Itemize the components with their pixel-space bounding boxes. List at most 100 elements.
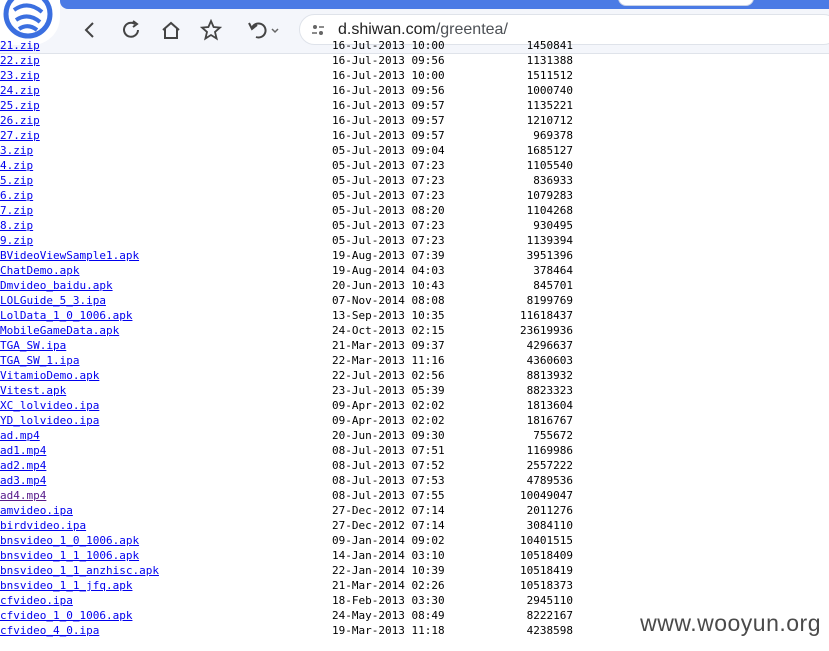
file-size: 836933: [533, 174, 573, 187]
file-row: cfvideo.ipa 18-Feb-2013 03:30 2945110: [0, 594, 829, 609]
file-date: 16-Jul-2013 09:56: [332, 54, 445, 67]
file-date: 05-Jul-2013 07:23: [332, 174, 445, 187]
file-row: 27.zip 16-Jul-2013 09:57 969378: [0, 129, 829, 144]
file-link[interactable]: 7.zip: [0, 204, 33, 217]
file-link[interactable]: MobileGameData.apk: [0, 324, 119, 337]
file-size: 10518373: [520, 579, 573, 592]
file-link[interactable]: bnsvideo_1_1_jfq.apk: [0, 579, 132, 592]
file-row: LolData_1_0_1006.apk 13-Sep-2013 10:35 116…: [0, 309, 829, 324]
file-link[interactable]: 3.zip: [0, 144, 33, 157]
file-link[interactable]: ad2.mp4: [0, 459, 46, 472]
file-link[interactable]: 24.zip: [0, 84, 40, 97]
file-link[interactable]: 5.zip: [0, 174, 33, 187]
file-date: 24-Oct-2013 02:15: [332, 324, 445, 337]
file-size: 969378: [533, 129, 573, 142]
file-link[interactable]: 8.zip: [0, 219, 33, 232]
file-row: 25.zip 16-Jul-2013 09:57 1135221: [0, 99, 829, 114]
file-link[interactable]: 26.zip: [0, 114, 40, 127]
file-date: 08-Jul-2013 07:52: [332, 459, 445, 472]
file-date: 22-Mar-2013 11:16: [332, 354, 445, 367]
file-link[interactable]: XC_lolvideo.ipa: [0, 399, 99, 412]
file-size: 1813604: [526, 399, 573, 412]
file-date: 20-Jun-2013 09:30: [332, 429, 445, 442]
file-row: VitamioDemo.apk 22-Jul-2013 02:56 8813932: [0, 369, 829, 384]
file-row: 9.zip 05-Jul-2013 07:23 1139394: [0, 234, 829, 249]
file-row: bnsvideo_1_0_1006.apk 09-Jan-2014 09:02 10…: [0, 534, 829, 549]
file-link[interactable]: 6.zip: [0, 189, 33, 202]
file-size: 1079283: [526, 189, 573, 202]
file-size: 1105540: [526, 159, 573, 172]
file-date: 19-Aug-2013 07:39: [332, 249, 445, 262]
file-date: 16-Jul-2013 10:00: [332, 69, 445, 82]
file-date: 22-Jan-2014 10:39: [332, 564, 445, 577]
file-size: 1131388: [526, 54, 573, 67]
file-row: BVideoViewSample1.apk 19-Aug-2013 07:39 39…: [0, 249, 829, 264]
file-link[interactable]: VitamioDemo.apk: [0, 369, 99, 382]
file-link[interactable]: ad3.mp4: [0, 474, 46, 487]
file-link[interactable]: bnsvideo_1_0_1006.apk: [0, 534, 139, 547]
file-link[interactable]: bnsvideo_1_1_1006.apk: [0, 549, 139, 562]
file-link[interactable]: 27.zip: [0, 129, 40, 142]
file-date: 07-Nov-2014 08:08: [332, 294, 445, 307]
file-row: 21.zip 16-Jul-2013 10:00 1450841: [0, 39, 829, 54]
file-date: 18-Feb-2013 03:30: [332, 594, 445, 607]
file-link[interactable]: LOLGuide_5_3.ipa: [0, 294, 106, 307]
file-row: YD_lolvideo.ipa 09-Apr-2013 02:02 1816767: [0, 414, 829, 429]
file-row: TGA_SW_1.ipa 22-Mar-2013 11:16 4360603: [0, 354, 829, 369]
file-link[interactable]: Vitest.apk: [0, 384, 66, 397]
file-date: 27-Dec-2012 07:14: [332, 504, 445, 517]
file-date: 09-Jan-2014 09:02: [332, 534, 445, 547]
file-link[interactable]: Dmvideo_baidu.apk: [0, 279, 113, 292]
file-date: 08-Jul-2013 07:51: [332, 444, 445, 457]
file-link[interactable]: TGA_SW.ipa: [0, 339, 66, 352]
file-date: 22-Jul-2013 02:56: [332, 369, 445, 382]
file-link[interactable]: cfvideo_1_0_1006.apk: [0, 609, 132, 622]
file-link[interactable]: YD_lolvideo.ipa: [0, 414, 99, 427]
file-link[interactable]: 4.zip: [0, 159, 33, 172]
file-link[interactable]: TGA_SW_1.ipa: [0, 354, 79, 367]
file-link[interactable]: 23.zip: [0, 69, 40, 82]
file-link[interactable]: 21.zip: [0, 39, 40, 52]
file-date: 27-Dec-2012 07:14: [332, 519, 445, 532]
file-link[interactable]: ChatDemo.apk: [0, 264, 79, 277]
file-date: 16-Jul-2013 10:00: [332, 39, 445, 52]
file-date: 20-Jun-2013 10:43: [332, 279, 445, 292]
file-link[interactable]: 9.zip: [0, 234, 33, 247]
file-size: 4296637: [526, 339, 573, 352]
file-date: 05-Jul-2013 09:04: [332, 144, 445, 157]
file-row: 26.zip 16-Jul-2013 09:57 1210712: [0, 114, 829, 129]
file-date: 13-Sep-2013 10:35: [332, 309, 445, 322]
file-date: 05-Jul-2013 07:23: [332, 219, 445, 232]
file-link[interactable]: birdvideo.ipa: [0, 519, 86, 532]
file-date: 08-Jul-2013 07:55: [332, 489, 445, 502]
file-link[interactable]: cfvideo_4_0.ipa: [0, 624, 99, 637]
file-link[interactable]: ad1.mp4: [0, 444, 46, 457]
file-row: 7.zip 05-Jul-2013 08:20 1104268: [0, 204, 829, 219]
file-size: 1135221: [526, 99, 573, 112]
file-link[interactable]: LolData_1_0_1006.apk: [0, 309, 132, 322]
file-row: 3.zip 05-Jul-2013 09:04 1685127: [0, 144, 829, 159]
file-link[interactable]: 22.zip: [0, 54, 40, 67]
file-row: TGA_SW.ipa 21-Mar-2013 09:37 4296637: [0, 339, 829, 354]
file-link[interactable]: ad.mp4: [0, 429, 40, 442]
file-link[interactable]: BVideoViewSample1.apk: [0, 249, 139, 262]
file-row: XC_lolvideo.ipa 09-Apr-2013 02:02 1813604: [0, 399, 829, 414]
file-size: 930495: [533, 219, 573, 232]
current-tab[interactable]: [618, 0, 754, 6]
file-date: 05-Jul-2013 08:20: [332, 204, 445, 217]
file-size: 8823323: [526, 384, 573, 397]
file-row: Vitest.apk 23-Jul-2013 05:39 8823323: [0, 384, 829, 399]
file-date: 19-Mar-2013 11:18: [332, 624, 445, 637]
file-link[interactable]: cfvideo.ipa: [0, 594, 73, 607]
undo-icon: [248, 22, 279, 39]
file-row: 5.zip 05-Jul-2013 07:23 836933: [0, 174, 829, 189]
file-row: bnsvideo_1_1_jfq.apk 21-Mar-2014 02:26 105…: [0, 579, 829, 594]
file-row: 22.zip 16-Jul-2013 09:56 1131388: [0, 54, 829, 69]
file-link[interactable]: 25.zip: [0, 99, 40, 112]
file-date: 05-Jul-2013 07:23: [332, 234, 445, 247]
file-link[interactable]: ad4.mp4: [0, 489, 46, 502]
home-icon: [162, 21, 180, 39]
file-link[interactable]: amvideo.ipa: [0, 504, 73, 517]
file-size: 845701: [533, 279, 573, 292]
file-link[interactable]: bnsvideo_1_1_anzhisc.apk: [0, 564, 159, 577]
